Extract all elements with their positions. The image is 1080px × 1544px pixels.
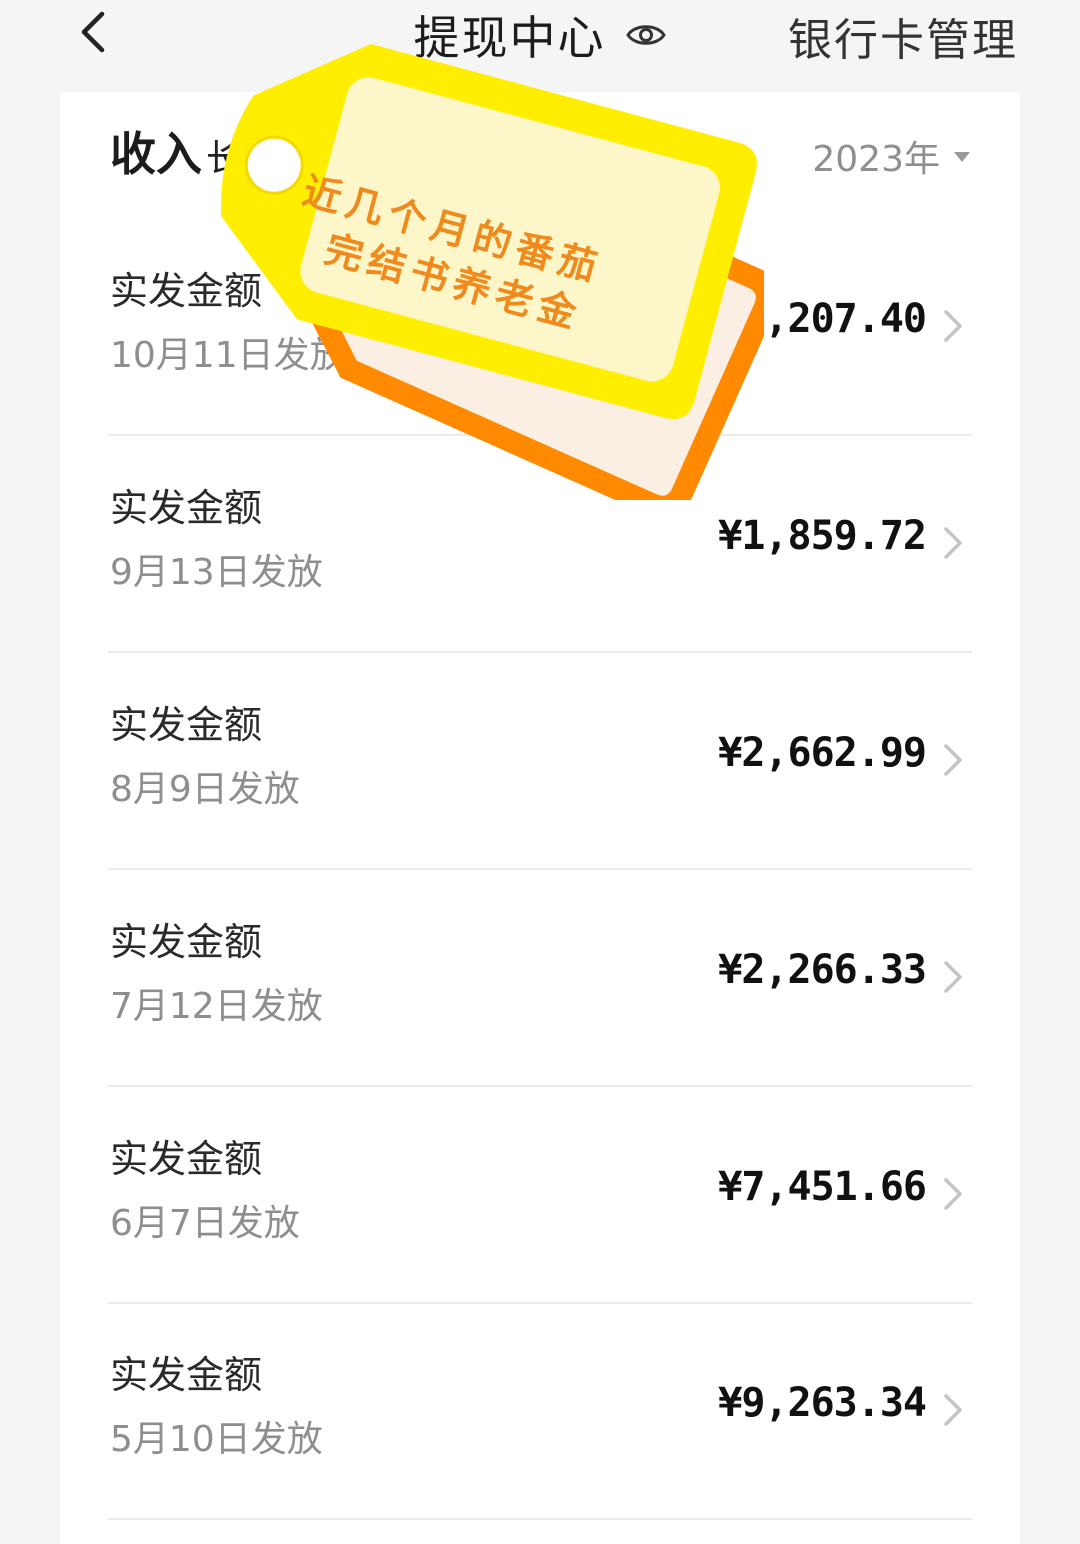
row-amount: ¥2,266.33: [718, 947, 927, 993]
row-date: 10月11日发放: [110, 335, 346, 376]
eye-icon[interactable]: [625, 14, 667, 56]
nav-bar: 提现中心 银行卡管理: [0, 0, 1080, 92]
chevron-right-icon: [944, 1394, 962, 1426]
row-label: 实发金额: [110, 1353, 263, 1397]
row-amount: ¥9,263.34: [718, 1380, 927, 1426]
caret-down-icon: [954, 152, 970, 162]
row-label: 实发金额: [110, 703, 263, 747]
income-card: 收入 长旱 2023年 实发金额 10月11日发放 ¥1,207.40 实发金额 …: [60, 92, 1020, 1544]
chevron-right-icon: [944, 527, 962, 559]
row-amount: ¥2,662.99: [718, 730, 927, 776]
list-item[interactable]: 实发金额 5月10日发放 ¥9,263.34: [108, 1304, 972, 1520]
list-item[interactable]: 实发金额 10月11日发放 ¥1,207.40: [108, 220, 972, 436]
row-date: 6月7日发放: [110, 1203, 300, 1244]
row-date: 9月13日发放: [110, 552, 323, 593]
list-item[interactable]: 实发金额 6月7日发放 ¥7,451.66: [108, 1088, 972, 1304]
row-amount: ¥7,451.66: [718, 1164, 927, 1210]
bank-card-manage-link[interactable]: 银行卡管理: [788, 4, 1018, 68]
row-date: 8月9日发放: [110, 769, 300, 810]
list-item[interactable]: 实发金额 7月12日发放 ¥2,266.33: [108, 871, 972, 1087]
row-amount: ¥1,207.40: [718, 296, 927, 342]
year-value: 2023年: [812, 139, 940, 180]
chevron-right-icon: [944, 961, 962, 993]
year-selector[interactable]: 2023年: [812, 130, 970, 182]
chevron-right-icon: [944, 1178, 962, 1210]
row-date: 7月12日发放: [110, 986, 323, 1027]
row-label: 实发金额: [110, 920, 263, 964]
row-label: 实发金额: [110, 486, 263, 530]
row-date: 5月10日发放: [110, 1419, 323, 1460]
card-title-group: 收入 长旱: [110, 118, 278, 184]
partial-tab-label[interactable]: 长旱: [206, 138, 278, 179]
row-label: 实发金额: [110, 269, 263, 313]
row-amount: ¥1,859.72: [718, 513, 927, 559]
row-label: 实发金额: [110, 1137, 263, 1181]
list-item[interactable]: 实发金额 8月9日发放 ¥2,662.99: [108, 654, 972, 870]
chevron-right-icon: [944, 310, 962, 342]
page-title: 提现中心: [413, 11, 606, 65]
chevron-right-icon: [944, 744, 962, 776]
income-title: 收入: [110, 127, 202, 181]
list-item[interactable]: 实发金额 9月13日发放 ¥1,859.72: [108, 437, 972, 653]
